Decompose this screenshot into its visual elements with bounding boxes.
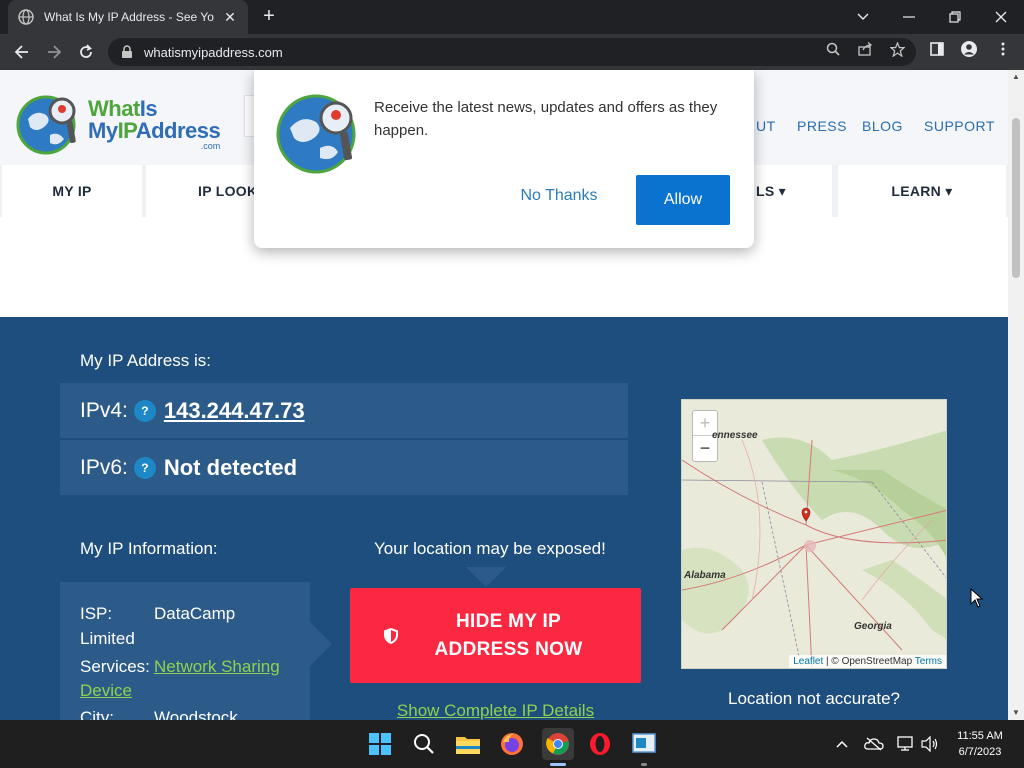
scroll-thumb[interactable] (1012, 118, 1020, 278)
scroll-up-arrow-icon[interactable]: ▲ (1008, 70, 1024, 84)
top-link-support[interactable]: SUPPORT (924, 118, 995, 134)
menu-kebab-icon[interactable] (994, 40, 1012, 58)
services-value-link[interactable]: Network Sharing (154, 657, 280, 676)
browser-tab-active[interactable]: What Is My IP Address - See Your ✕ (8, 0, 248, 34)
windows-taskbar: 11:55 AM 6/7/2023 (0, 720, 1024, 768)
taskbar-search-icon[interactable] (410, 730, 438, 758)
tray-chevron-up-icon[interactable] (832, 734, 852, 754)
attribution-text: | © OpenStreetMap (823, 656, 915, 667)
top-link-blog[interactable]: BLOG (862, 118, 903, 134)
system-clock[interactable]: 11:55 AM 6/7/2023 (948, 728, 1012, 760)
share-icon[interactable] (856, 40, 874, 58)
globe-magnifier-logo-icon (16, 95, 76, 155)
network-icon[interactable] (896, 734, 916, 754)
chrome-active-indicator (550, 763, 566, 766)
ip-hero-section: My IP Address is: IPv4: ? 143.244.47.73 … (0, 317, 1008, 720)
nav-learn[interactable]: LEARN ▾ (838, 165, 1006, 217)
minimize-button[interactable] (886, 0, 932, 34)
map-label-tennessee: ennessee (712, 430, 758, 441)
profile-avatar-icon[interactable] (960, 40, 978, 58)
page-scrollbar[interactable]: ▲ ▼ (1008, 70, 1024, 720)
site-logo[interactable]: WhatIs MyIPAddress .com (16, 88, 226, 160)
allow-button[interactable]: Allow (636, 175, 730, 225)
services-key: Services: (80, 657, 150, 676)
top-link-press[interactable]: PRESS (797, 118, 847, 134)
firefox-icon[interactable] (498, 730, 526, 758)
shield-icon (383, 627, 398, 644)
browser-toolbar: whatismyipaddress.com (0, 34, 1024, 70)
ipv6-row: IPv6: ? Not detected (60, 440, 628, 495)
tab-title: What Is My IP Address - See Your (44, 10, 214, 24)
lock-icon (122, 45, 132, 58)
tab-search-chevron-icon[interactable] (840, 0, 886, 34)
osm-terms-link[interactable]: Terms (915, 656, 942, 667)
ipv4-row: IPv4: ? 143.244.47.73 (60, 383, 628, 438)
services-value-link-cont[interactable]: Device (80, 681, 132, 700)
no-thanks-button[interactable]: No Thanks (506, 183, 612, 209)
close-window-button[interactable] (978, 0, 1024, 34)
app-open-indicator (641, 763, 647, 766)
file-explorer-icon[interactable] (454, 730, 482, 758)
back-button[interactable] (10, 40, 34, 64)
hide-my-ip-label: HIDE MY IP ADDRESS NOW (434, 610, 583, 660)
opera-icon[interactable] (586, 730, 614, 758)
ipv6-value: Not detected (163, 454, 298, 480)
isp-key: ISP: (80, 604, 113, 623)
nav-my-ip[interactable]: MY IP (2, 165, 142, 217)
ipv4-help-icon[interactable]: ? (133, 399, 156, 422)
location-not-accurate[interactable]: Location not accurate? (681, 689, 947, 709)
start-windows-icon[interactable] (366, 730, 394, 758)
tab-strip: What Is My IP Address - See Your ✕ + (0, 0, 1024, 34)
logo-word-my: My (88, 117, 118, 143)
top-link-about[interactable]: UT (756, 118, 776, 134)
location-map[interactable]: + − ennessee Alabama Georgia Leaflet | ©… (681, 399, 947, 669)
logo-suffix: .com (200, 140, 221, 151)
ipv6-help-icon[interactable]: ? (133, 456, 156, 479)
info-heading: My IP Information: (80, 539, 218, 558)
logo-word-address: Address (135, 117, 221, 143)
popup-message: Receive the latest news, updates and off… (374, 99, 718, 139)
info-box-arrow (310, 622, 332, 666)
volume-icon[interactable] (920, 734, 940, 754)
ip-heading: My IP Address is: (80, 351, 212, 370)
forward-button[interactable] (42, 40, 66, 64)
city-key: City: (80, 708, 114, 720)
map-label-georgia: Georgia (854, 621, 892, 632)
onedrive-offline-icon[interactable] (864, 734, 884, 754)
exposed-warning: Your location may be exposed! (374, 539, 606, 558)
page-viewport: WhatIs MyIPAddress .com UT PRESS BLOG SU… (0, 70, 1008, 720)
city-value: Woodstock (154, 708, 238, 720)
restore-button[interactable] (932, 0, 978, 34)
globe-icon (18, 9, 34, 25)
ipv6-label: IPv6: (80, 455, 128, 479)
ipv4-label: IPv4: (80, 398, 128, 422)
ip-info-box: ISP: DataCamp Limited Services: Network … (60, 582, 310, 720)
url-text: whatismyipaddress.com (144, 44, 283, 60)
ip-box-pointer (466, 567, 506, 587)
scroll-down-arrow-icon[interactable]: ▼ (1008, 706, 1024, 720)
logo-word-ip: IP (117, 117, 137, 143)
hide-my-ip-button[interactable]: HIDE MY IP ADDRESS NOW (350, 588, 641, 683)
mouse-cursor-icon (970, 588, 984, 608)
show-complete-details-link[interactable]: Show Complete IP Details (350, 701, 641, 720)
popup-logo-icon (276, 94, 356, 174)
search-icon[interactable] (824, 40, 842, 58)
isp-value-cont: Limited (80, 629, 135, 648)
bookmark-star-icon[interactable] (888, 40, 906, 58)
map-label-alabama: Alabama (684, 570, 726, 581)
chrome-icon[interactable] (542, 728, 574, 760)
tab-close-icon[interactable]: ✕ (222, 9, 238, 26)
app-window-icon[interactable] (630, 730, 658, 758)
map-attribution: Leaflet | © OpenStreetMap Terms (789, 655, 946, 668)
reload-button[interactable] (74, 40, 98, 64)
ipv4-value-link[interactable]: 143.244.47.73 (164, 398, 305, 424)
clock-date: 6/7/2023 (958, 746, 1002, 758)
leaflet-link[interactable]: Leaflet (793, 656, 823, 667)
notification-permission-popup: Receive the latest news, updates and off… (254, 70, 754, 248)
clock-time: 11:55 AM (957, 730, 1003, 742)
side-panel-icon[interactable] (928, 40, 946, 58)
isp-value: DataCamp (154, 604, 236, 623)
address-bar[interactable]: whatismyipaddress.com (108, 38, 916, 66)
new-tab-button[interactable]: + (258, 6, 280, 28)
